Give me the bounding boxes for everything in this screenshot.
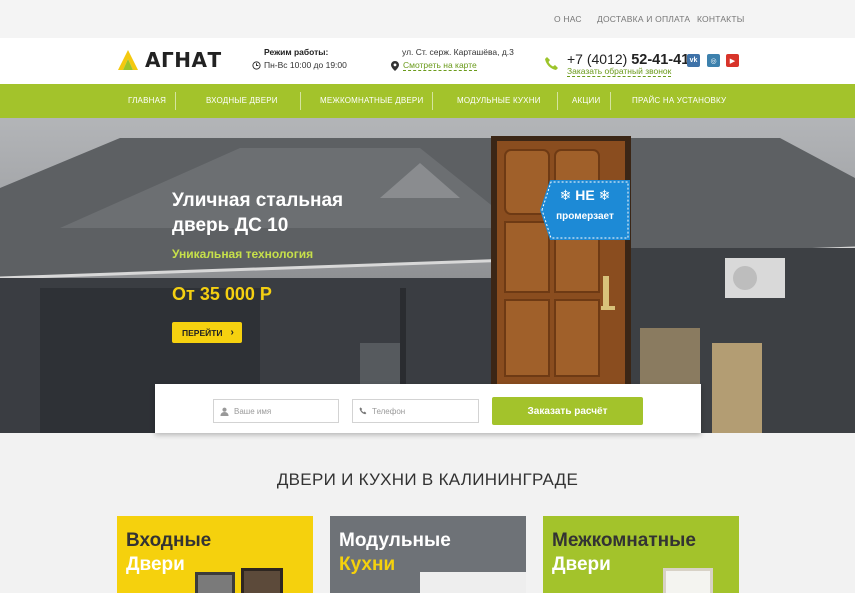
nav-divider xyxy=(300,92,301,110)
delivery-link[interactable]: ДОСТАВКА И ОПЛАТА xyxy=(597,14,690,24)
modular-kitchens-card[interactable]: Модульные Кухни xyxy=(330,516,526,593)
hours-title: Режим работы: xyxy=(264,47,329,57)
vk-icon[interactable]: vk xyxy=(687,54,700,67)
section-title: ДВЕРИ И КУХНИ В КАЛИНИНГРАДЕ xyxy=(276,470,579,489)
main-nav: ГЛАВНАЯ ВХОДНЫЕ ДВЕРИ МЕЖКОМНАТНЫЕ ДВЕРИ… xyxy=(0,84,855,118)
user-icon xyxy=(220,407,229,416)
site-header: АГНАТ Режим работы: Пн-Вс 10:00 до 19:00… xyxy=(0,38,855,84)
nav-item-pricing[interactable]: ПРАЙС НА УСТАНОВКУ xyxy=(632,96,726,105)
phone-placeholder: Телефон xyxy=(372,406,406,416)
chevron-right-icon: › xyxy=(230,327,234,338)
card-title-line-2: Двери xyxy=(552,554,611,575)
address-text: ул. Ст. серж. Карташёва, д.3 xyxy=(402,47,514,57)
card-title-line-1: Межкомнатные xyxy=(552,530,696,551)
nav-divider xyxy=(610,92,611,110)
entrance-doors-card[interactable]: Входные Двери xyxy=(117,516,313,593)
nav-divider xyxy=(557,92,558,110)
hero-button-label: ПЕРЕЙТИ xyxy=(182,327,223,338)
order-calc-button[interactable]: Заказать расчёт xyxy=(492,397,643,425)
hero-price: От 35 000 Р xyxy=(172,284,272,304)
address-block: ул. Ст. серж. Карташёва, д.3 Смотреть на… xyxy=(391,47,514,71)
logo-text: АГНАТ xyxy=(145,48,222,72)
kitchen-thumbnail xyxy=(420,572,526,593)
logo-icon xyxy=(117,49,139,71)
badge-line-2: промерзает xyxy=(556,211,614,222)
phone-icon xyxy=(545,57,558,70)
about-link[interactable]: О НАС xyxy=(554,14,582,24)
youtube-icon[interactable]: ▶ xyxy=(726,54,739,67)
door-thumbnail xyxy=(195,572,235,593)
door-thumbnail xyxy=(241,568,283,593)
top-utility-bar: О НАС ДОСТАВКА И ОПЛАТА КОНТАКТЫ xyxy=(0,0,855,38)
instagram-icon[interactable]: ◎ xyxy=(707,54,720,67)
nav-divider xyxy=(175,92,176,110)
hero-title: Уличная стальная дверь ДС 10 xyxy=(172,190,344,236)
frost-resistant-badge: ❄ НЕ ❄ промерзает xyxy=(540,180,630,240)
nav-divider xyxy=(432,92,433,110)
snowflake-icon: ❄ xyxy=(559,187,572,203)
nav-item-entrance-doors[interactable]: ВХОДНЫЕ ДВЕРИ xyxy=(206,96,278,105)
phone-input[interactable]: Телефон xyxy=(352,399,479,423)
badge-line-1: НЕ xyxy=(575,187,595,203)
hours-text: Пн-Вс 10:00 до 19:00 xyxy=(264,60,347,70)
hours-value: Пн-Вс 10:00 до 19:00 xyxy=(252,60,347,70)
map-link[interactable]: Смотреть на карте xyxy=(403,60,477,71)
contacts-link[interactable]: КОНТАКТЫ xyxy=(697,14,744,24)
card-title-line-1: Модульные xyxy=(339,530,451,551)
hero-go-button[interactable]: ПЕРЕЙТИ › xyxy=(172,322,242,343)
snowflake-icon: ❄ xyxy=(598,187,611,203)
phone-number[interactable]: +7 (4012) 52-41-41 xyxy=(567,51,689,68)
callback-link[interactable]: Заказать обратный звонок xyxy=(567,66,672,77)
card-title-line-2: Кухни xyxy=(339,554,396,575)
hero-subtitle: Уникальная технология xyxy=(172,247,314,261)
logo[interactable]: АГНАТ xyxy=(117,47,222,73)
interior-doors-card[interactable]: Межкомнатные Двери xyxy=(543,516,739,593)
working-hours: Режим работы: Пн-Вс 10:00 до 19:00 xyxy=(252,47,347,70)
order-form: Ваше имя Телефон Заказать расчёт xyxy=(155,384,701,433)
nav-item-kitchens[interactable]: МОДУЛЬНЫЕ КУХНИ xyxy=(457,96,541,105)
nav-item-interior-doors[interactable]: МЕЖКОМНАТНЫЕ ДВЕРИ xyxy=(320,96,423,105)
door-thumbnail xyxy=(663,568,713,593)
name-placeholder: Ваше имя xyxy=(234,406,272,416)
phone-block: +7 (4012) 52-41-41 Заказать обратный зво… xyxy=(543,45,689,77)
clock-icon xyxy=(252,60,261,70)
card-title-line-1: Входные xyxy=(126,530,212,551)
name-input[interactable]: Ваше имя xyxy=(213,399,339,423)
map-pin-icon xyxy=(391,60,399,71)
hero-door-image xyxy=(491,136,631,386)
card-title-line-2: Двери xyxy=(126,554,185,575)
nav-item-home[interactable]: ГЛАВНАЯ xyxy=(128,96,166,105)
phone-small-icon xyxy=(359,407,367,415)
nav-item-promotions[interactable]: АКЦИИ xyxy=(572,96,600,105)
